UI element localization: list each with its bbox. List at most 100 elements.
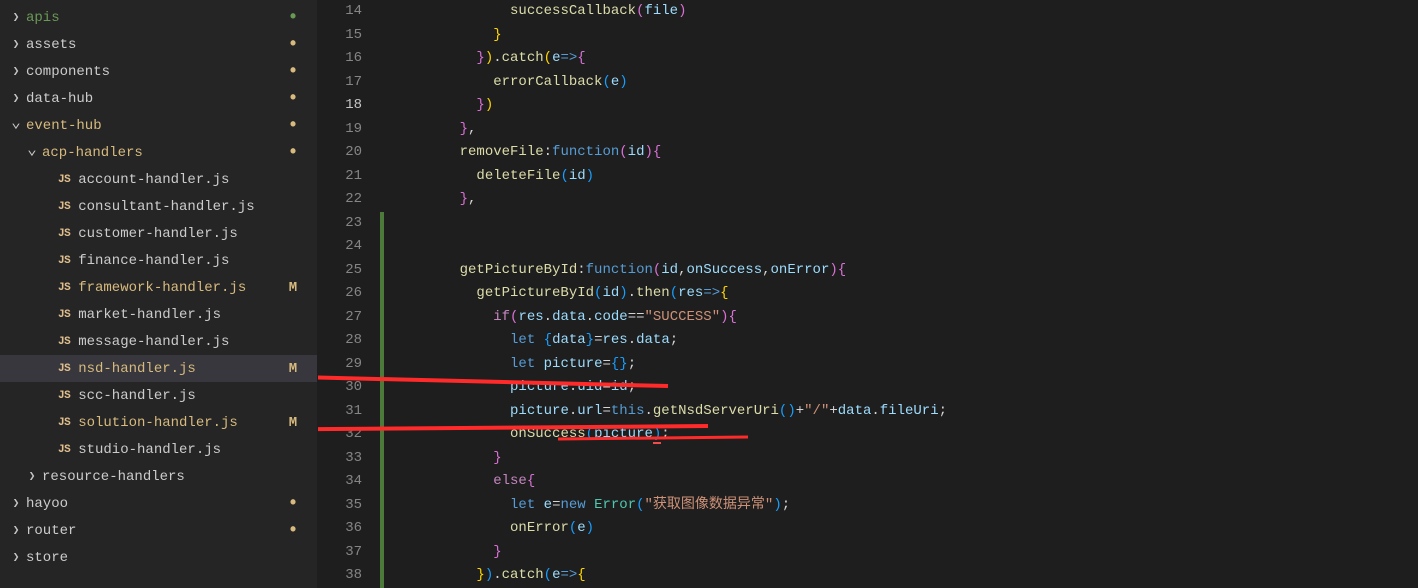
folder-apis[interactable]: ❯apis•: [0, 4, 317, 31]
code-line[interactable]: else{: [384, 470, 1418, 494]
code-line[interactable]: }: [384, 447, 1418, 471]
code-line[interactable]: }): [384, 94, 1418, 118]
code-line[interactable]: picture.url=this.getNsdServerUri()+"/"+d…: [384, 400, 1418, 424]
code-line[interactable]: },: [384, 118, 1418, 142]
line-number[interactable]: 26: [318, 282, 380, 306]
code-line[interactable]: deleteFile(id): [384, 165, 1418, 189]
js-file-icon: JS: [58, 444, 70, 456]
folder-acp-handlers[interactable]: ⌄acp-handlers•: [0, 139, 317, 166]
code-line[interactable]: onError(e): [384, 517, 1418, 541]
file-market-handler-js[interactable]: JSmarket-handler.js: [0, 301, 317, 328]
folder-store[interactable]: ❯store: [0, 544, 317, 571]
code-line[interactable]: errorCallback(e): [384, 71, 1418, 95]
git-new-dot: •: [283, 9, 303, 27]
line-number[interactable]: 22: [318, 188, 380, 212]
folder-data-hub[interactable]: ❯data-hub•: [0, 85, 317, 112]
code-line[interactable]: let {data}=res.data;: [384, 329, 1418, 353]
folder-hayoo[interactable]: ❯hayoo•: [0, 490, 317, 517]
line-number[interactable]: 16: [318, 47, 380, 71]
file-framework-handler-js[interactable]: JSframework-handler.jsM: [0, 274, 317, 301]
folder-event-hub[interactable]: ⌄event-hub•: [0, 112, 317, 139]
file-message-handler-js[interactable]: JS message-handler.js: [0, 328, 317, 355]
line-number[interactable]: 19: [318, 118, 380, 142]
js-file-icon: JS: [58, 228, 70, 240]
code-line[interactable]: }).catch(e=>{: [384, 47, 1418, 71]
line-number[interactable]: 32: [318, 423, 380, 447]
code-line[interactable]: successCallback(file): [384, 0, 1418, 24]
line-number[interactable]: 28: [318, 329, 380, 353]
file-finance-handler-js[interactable]: JSfinance-handler.js: [0, 247, 317, 274]
file-scc-handler-js[interactable]: JSscc-handler.js: [0, 382, 317, 409]
tree-item-label: store: [26, 550, 283, 566]
code-editor[interactable]: 1415161718192021222324252627282930313233…: [318, 0, 1418, 588]
code-line[interactable]: let picture={};: [384, 353, 1418, 377]
code-line[interactable]: }: [384, 24, 1418, 48]
chevron-down-icon[interactable]: ⌄: [8, 116, 24, 136]
line-number[interactable]: 21: [318, 165, 380, 189]
chevron-right-icon[interactable]: ❯: [8, 524, 24, 538]
line-number[interactable]: 20: [318, 141, 380, 165]
git-modified-badge: M: [283, 415, 303, 431]
file-account-handler-js[interactable]: JSaccount-handler.js: [0, 166, 317, 193]
line-number[interactable]: 23: [318, 212, 380, 236]
chevron-down-icon[interactable]: ⌄: [24, 143, 40, 163]
chevron-right-icon[interactable]: ❯: [8, 65, 24, 79]
file-consultant-handler-js[interactable]: JSconsultant-handler.js: [0, 193, 317, 220]
file-solution-handler-js[interactable]: JSsolution-handler.jsM: [0, 409, 317, 436]
code-line[interactable]: onSuccess(picture);: [384, 423, 1418, 447]
code-line[interactable]: getPictureById:function(id,onSuccess,onE…: [384, 259, 1418, 283]
chevron-right-icon[interactable]: ❯: [8, 38, 24, 52]
line-number[interactable]: 27: [318, 306, 380, 330]
code-line[interactable]: },: [384, 188, 1418, 212]
code-line[interactable]: }).catch(e=>{: [384, 564, 1418, 588]
chevron-right-icon[interactable]: ❯: [8, 551, 24, 565]
line-number[interactable]: 33: [318, 447, 380, 471]
js-file-icon: JS: [58, 255, 70, 267]
line-number[interactable]: 38: [318, 564, 380, 588]
code-area[interactable]: successCallback(file) } }).catch(e=>{ er…: [384, 0, 1418, 588]
line-number[interactable]: 15: [318, 24, 380, 48]
file-customer-handler-js[interactable]: JScustomer-handler.js: [0, 220, 317, 247]
tree-item-label: nsd-handler.js: [78, 361, 283, 377]
line-number[interactable]: 14: [318, 0, 380, 24]
tree-item-label: router: [26, 523, 283, 539]
tree-item-label: acp-handlers: [42, 145, 283, 161]
file-studio-handler-js[interactable]: JSstudio-handler.js: [0, 436, 317, 463]
line-number[interactable]: 17: [318, 71, 380, 95]
file-nsd-handler-js[interactable]: JS nsd-handler.jsM: [0, 355, 317, 382]
tree-item-label: consultant-handler.js: [78, 199, 283, 215]
line-number[interactable]: 37: [318, 541, 380, 565]
code-line[interactable]: }: [384, 541, 1418, 565]
chevron-right-icon[interactable]: ❯: [8, 92, 24, 106]
line-number[interactable]: 30: [318, 376, 380, 400]
folder-router[interactable]: ❯router•: [0, 517, 317, 544]
code-line[interactable]: getPictureById(id).then(res=>{: [384, 282, 1418, 306]
git-modified-badge: M: [283, 361, 303, 377]
folder-assets[interactable]: ❯assets•: [0, 31, 317, 58]
code-line[interactable]: removeFile:function(id){: [384, 141, 1418, 165]
code-line[interactable]: let e=new Error("获取图像数据异常");: [384, 494, 1418, 518]
folder-components[interactable]: ❯components•: [0, 58, 317, 85]
line-number[interactable]: 36: [318, 517, 380, 541]
code-line[interactable]: [384, 235, 1418, 259]
tree-item-label: framework-handler.js: [78, 280, 283, 296]
code-line[interactable]: picture.uid=id;: [384, 376, 1418, 400]
line-number[interactable]: 35: [318, 494, 380, 518]
tree-item-label: scc-handler.js: [78, 388, 283, 404]
js-file-icon: JS: [58, 363, 70, 375]
line-number[interactable]: 34: [318, 470, 380, 494]
js-file-icon: JS: [58, 336, 70, 348]
file-explorer[interactable]: ❯apis•❯assets•❯components•❯data-hub•⌄eve…: [0, 0, 318, 588]
line-number[interactable]: 25: [318, 259, 380, 283]
line-number[interactable]: 18: [318, 94, 380, 118]
chevron-right-icon[interactable]: ❯: [8, 11, 24, 25]
folder-resource-handlers[interactable]: ❯resource-handlers: [0, 463, 317, 490]
line-number[interactable]: 31: [318, 400, 380, 424]
code-line[interactable]: if(res.data.code=="SUCCESS"){: [384, 306, 1418, 330]
chevron-right-icon[interactable]: ❯: [24, 470, 40, 484]
line-number[interactable]: 29: [318, 353, 380, 377]
line-number[interactable]: 24: [318, 235, 380, 259]
code-line[interactable]: [384, 212, 1418, 236]
chevron-right-icon[interactable]: ❯: [8, 497, 24, 511]
tree-item-label: message-handler.js: [78, 334, 283, 350]
